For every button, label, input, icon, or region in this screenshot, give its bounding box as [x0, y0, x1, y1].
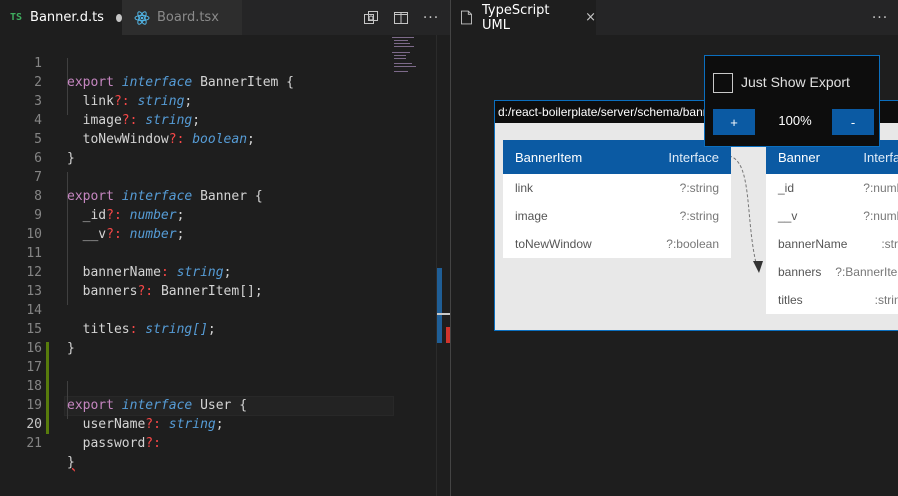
property-type: ?:number: [863, 181, 898, 195]
code-line: 21 }: [0, 415, 436, 470]
code-line: 16: [0, 320, 436, 356]
uml-card-kind: Interface: [863, 149, 898, 165]
code-line: 15 }: [0, 301, 436, 356]
zoom-level: 100%: [778, 113, 812, 128]
tab-label: TypeScript UML: [481, 2, 550, 33]
code-line: 6: [0, 130, 436, 166]
property-name: _id: [778, 181, 795, 195]
code-line: 9 __v?: number;: [0, 187, 436, 242]
uml-property-row: image ?:string: [503, 202, 731, 230]
tab-label: Banner.d.ts: [30, 10, 104, 25]
uml-property-row: titles :string[]: [766, 286, 898, 314]
more-actions-icon[interactable]: ···: [420, 7, 442, 29]
show-export-checkbox[interactable]: [713, 73, 733, 93]
property-name: __v: [778, 209, 798, 223]
property-name: bannerName: [778, 237, 848, 251]
uml-control-panel: Just Show Export + 100% -: [704, 55, 880, 147]
code-line: 18 export interface User {: [0, 358, 436, 413]
property-name: link: [515, 181, 534, 195]
file-icon: [461, 10, 472, 25]
uml-card-header: BannerItem Interface: [503, 140, 731, 174]
line-number: 21: [26, 436, 42, 451]
property-name: titles: [778, 293, 803, 307]
property-type: ?:string: [679, 209, 719, 223]
property-name: toNewWindow: [515, 237, 592, 251]
zoom-out-button[interactable]: -: [832, 109, 874, 135]
split-editor-icon[interactable]: [390, 7, 412, 29]
left-editor-actions: ···: [352, 0, 442, 35]
code-line: 10: [0, 206, 436, 242]
property-name: image: [515, 209, 548, 223]
open-preview-icon[interactable]: [360, 7, 382, 29]
property-type: :string[]: [874, 293, 898, 307]
property-type: ?:BannerItem[]: [835, 265, 898, 279]
property-type: ?:number: [863, 209, 898, 223]
code-line: 4 toNewWindow?: boolean;: [0, 92, 436, 147]
code-line: 17: [0, 339, 436, 375]
uml-card-title: BannerItem: [515, 149, 583, 165]
code-line: 20 password?:: [0, 396, 436, 451]
uml-card-banner[interactable]: Banner Interface _id ?:number __v ?:numb…: [766, 140, 898, 314]
code-line: 11 bannerName: string;: [0, 225, 436, 280]
uml-property-row: toNewWindow ?:boolean: [503, 230, 731, 258]
uml-property-row: banners ?:BannerItem[]: [766, 258, 898, 286]
show-export-label[interactable]: Just Show Export: [741, 74, 850, 90]
uml-property-row: bannerName :string: [766, 230, 898, 258]
property-name: banners: [778, 265, 822, 279]
code-line: 14 titles: string[];: [0, 282, 436, 337]
close-tab-icon[interactable]: ×: [585, 10, 596, 25]
tab-board-tsx[interactable]: Board.tsx: [122, 0, 242, 35]
code-line: 19 userName?: string;: [0, 377, 436, 432]
left-tab-bar: TS Banner.d.ts Board.tsx ···: [0, 0, 450, 35]
uml-card-kind: Interface: [668, 149, 719, 165]
code-line: 12 banners?: BannerItem[];: [0, 244, 436, 299]
code-line: 1 export interface BannerItem {: [0, 35, 436, 90]
uml-property-row: __v ?:number: [766, 202, 898, 230]
code-line: 2 link?: string;: [0, 54, 436, 109]
right-editor-actions: ···: [861, 0, 891, 35]
code-line: 7 export interface Banner {: [0, 149, 436, 204]
minimap[interactable]: [392, 35, 436, 75]
uml-property-row: link ?:string: [503, 174, 731, 202]
uml-property-row: _id ?:number: [766, 174, 898, 202]
tab-banner-d-ts[interactable]: TS Banner.d.ts: [0, 0, 122, 35]
tab-typescript-uml[interactable]: TypeScript UML ×: [451, 0, 596, 35]
scrollbar-marker: [437, 268, 442, 343]
code-line: 13: [0, 263, 436, 299]
property-type: ?:string: [679, 181, 719, 195]
property-type: ?:boolean: [666, 237, 719, 251]
zoom-in-button[interactable]: +: [713, 109, 755, 135]
code-line: 3 image?: string;: [0, 73, 436, 128]
more-actions-icon[interactable]: ···: [869, 7, 891, 29]
tab-label: Board.tsx: [157, 10, 219, 25]
react-file-icon: [134, 10, 150, 25]
property-type: :string: [881, 237, 898, 251]
code-line: 8 _id?: number;: [0, 168, 436, 223]
scrollbar-cursor-marker: [437, 313, 450, 315]
code-line: 5 }: [0, 111, 436, 166]
editor-scrollbar[interactable]: [436, 35, 451, 496]
typescript-file-icon: TS: [10, 12, 23, 23]
uml-card-title: Banner: [778, 149, 820, 165]
right-tab-bar: TypeScript UML × ···: [451, 0, 898, 35]
right-editor-group: TypeScript UML × ··· d:/react-boilerplat…: [450, 0, 898, 496]
left-editor-group: TS Banner.d.ts Board.tsx ··· 1 export in…: [0, 0, 451, 496]
uml-card-banneritem[interactable]: BannerItem Interface link ?:string image…: [503, 140, 731, 258]
code-editor[interactable]: 1 export interface BannerItem { 2 link?:…: [0, 35, 436, 496]
